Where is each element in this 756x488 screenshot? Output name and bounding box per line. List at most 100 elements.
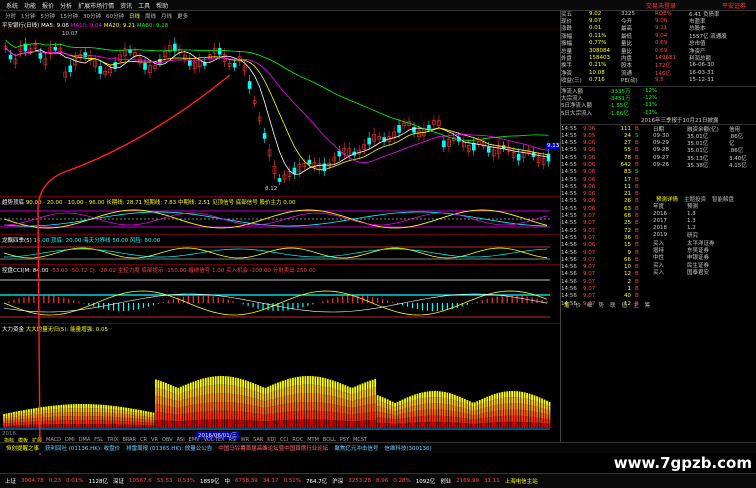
tick-time: 14:55 xyxy=(561,205,577,212)
tick-price: 9.07 xyxy=(583,213,596,220)
panel-tab[interactable]: 细 xyxy=(584,301,596,309)
status-value: 中 xyxy=(224,479,231,485)
fundamental-label: 16-03-31 xyxy=(689,69,714,76)
quote-label: 收益(三) xyxy=(561,78,582,85)
panel-tab[interactable]: 联 xyxy=(607,301,619,309)
tick-side: B xyxy=(635,176,639,183)
panel-tab[interactable]: 笔 xyxy=(561,301,573,309)
news-item[interactable]: 聚焦亿元冲击信号 xyxy=(334,444,378,452)
tick-volume: 25 xyxy=(624,220,631,227)
quote-sub-value: 9.11 xyxy=(655,25,668,32)
research-tab[interactable]: 智能解盘 xyxy=(709,195,737,203)
panel-tab[interactable]: 主 xyxy=(630,301,642,309)
tick-time: 14:56 xyxy=(561,271,577,278)
tick-price: 9.07 xyxy=(583,220,596,227)
tick-time: 14:55 xyxy=(561,161,577,168)
fundamental-label: 15-12-31 xyxy=(689,77,714,84)
quote-sub-value: 149681 xyxy=(655,55,676,62)
forecast-year: 2019 xyxy=(653,232,667,239)
tick-row: 14:56 9.07 2 B xyxy=(561,278,649,285)
tick-time: 14:56 xyxy=(561,264,577,271)
tick-time: 14:56 xyxy=(561,256,577,263)
report-note-row: 2016年三季报于10月21日披露 xyxy=(561,116,756,124)
quote-panel: 买五 9.02 3225 ROE% 6.41 负债率 现价 9.07 今开 9.06 市盈率 涨跌 0… xyxy=(560,10,756,452)
tick-side: B xyxy=(635,293,639,300)
news-item[interactable]: 获利回吐 (01136.HK): 收盘价 xyxy=(45,444,120,452)
status-value: 0.28% xyxy=(393,478,411,484)
tick-row: 14:55 9.06 63 B xyxy=(561,205,649,212)
tick-volume: 83 xyxy=(624,169,631,176)
tick-row: 14:56 9.07 1 B xyxy=(561,285,649,292)
status-value: 0.23 xyxy=(48,478,62,484)
panel-tab[interactable]: 筹 xyxy=(642,301,654,309)
margin-date: 09-28 xyxy=(653,147,669,154)
tick-price: 9.06 xyxy=(583,169,596,176)
news-item[interactable]: 排雷周报 (01365.HK): 放量公公告 xyxy=(126,444,212,452)
tick-volume: 21 xyxy=(624,191,631,198)
tick-price: 9.07 xyxy=(583,293,596,300)
tick-price: 9.07 xyxy=(583,271,596,278)
fundamental-label: 16-06-30 xyxy=(689,62,714,69)
quote-row: 总量 308084 量比 0.69 净资产 xyxy=(561,47,756,55)
tick-side: B xyxy=(635,249,639,256)
status-value: 0.51% xyxy=(283,478,301,484)
tick-volume: 2 xyxy=(627,278,632,285)
tick-price: 9.06 xyxy=(583,183,596,190)
tick-side: B xyxy=(635,286,639,293)
tick-price: 9.07 xyxy=(583,256,596,263)
status-value: 2169.99 xyxy=(456,478,480,484)
tick-volume: 9 xyxy=(627,249,632,256)
quote-row: 涨幅 0.11% 最低 9.04 1557亿 流通股 xyxy=(561,32,756,40)
tick-row: 14:55 9.05 24 S xyxy=(561,132,649,139)
tick-price: 9.06 xyxy=(583,205,596,212)
panel-tab[interactable]: 值 xyxy=(619,301,631,309)
news-item[interactable]: 恒创提醒之事 xyxy=(6,444,39,452)
quote-value: 0.11% xyxy=(589,32,607,39)
login-status[interactable]: 交易未登录 xyxy=(646,1,676,10)
quote-row: 买五 9.02 3225 ROE% 6.41 负债率 xyxy=(561,10,756,18)
forecast-year: 年度 xyxy=(653,204,665,211)
status-value: 0.53% xyxy=(177,478,195,484)
quote-sub-value: 9.04 xyxy=(655,32,668,39)
margin-extra: 4.15亿 xyxy=(729,163,747,169)
tick-time: 14:55 xyxy=(561,198,577,205)
panel-tab[interactable]: 势 xyxy=(596,301,608,309)
tick-row: 14:55 9.06 27 B xyxy=(561,139,649,146)
quote-value: 9.02 xyxy=(589,10,602,17)
flow-value: -1.66亿 xyxy=(609,110,629,117)
status-value: 深证 xyxy=(113,479,125,485)
quote-row: 收益(三) 0.716 PE(动) 9.5 15-12-31 xyxy=(561,77,756,84)
tick-time: 14:55 xyxy=(561,183,577,190)
quote-value: 0.21% xyxy=(589,62,607,69)
tick-side: B xyxy=(635,198,639,205)
tick-time: 14:55 xyxy=(561,220,577,227)
fundamental-label: 利润总额 xyxy=(689,56,712,63)
news-item[interactable]: 中国马铃薯首届高峰论坛暨中国首席行业论坛 xyxy=(218,444,328,452)
flow-pct: -12% xyxy=(643,87,658,94)
tick-volume: 10 xyxy=(624,264,631,271)
tick-volume: 1 xyxy=(627,286,632,293)
tick-price: 9.06 xyxy=(583,242,596,249)
tick-time: 14:55 xyxy=(561,147,577,154)
flow-pct: -11% xyxy=(643,102,658,109)
panel-tab[interactable]: 价 xyxy=(573,301,585,309)
quote-sub-value: 9.06 xyxy=(655,18,668,25)
tick-price: 9.05 xyxy=(583,132,596,139)
tick-row: 14:56 9.06 15 B xyxy=(561,242,649,249)
quote-sub-value: 9.5 xyxy=(655,77,664,84)
margin-row: 09-26 35.38亿 4.15亿 xyxy=(653,161,755,169)
tick-row: 14:56 9.07 12 B xyxy=(561,271,649,278)
tick-volume: 68 xyxy=(624,213,631,220)
tick-price: 9.07 xyxy=(583,227,596,234)
forecast-value: 预测 xyxy=(687,204,699,211)
tick-side: B xyxy=(635,264,639,271)
flow-pct: -12% xyxy=(643,94,658,101)
tick-time: 14:55 xyxy=(561,140,577,147)
tick-time: 14:55 xyxy=(561,213,577,220)
tick-volume: 40 xyxy=(624,293,631,300)
news-item[interactable]: 信维科技(300136) xyxy=(384,444,431,452)
forecast-value: 1.3 xyxy=(687,217,696,224)
tick-side: B xyxy=(635,125,639,132)
tick-side: B xyxy=(635,147,639,154)
forecast-row: 年度 预测 xyxy=(653,203,755,210)
